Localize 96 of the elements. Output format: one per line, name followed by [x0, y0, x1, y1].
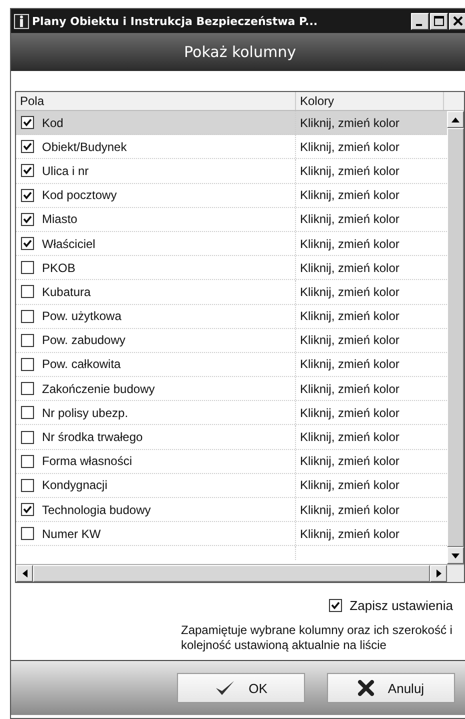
checkbox[interactable] [21, 358, 34, 371]
list-row[interactable]: PKOB Kliknij, zmień kolor [16, 256, 447, 280]
maximize-button[interactable] [430, 12, 448, 30]
list-row[interactable]: Nr środka trwałego Kliknij, zmień kolor [16, 425, 447, 450]
color-cell[interactable]: Kliknij, zmień kolor [300, 454, 400, 468]
field-name: Pow. całkowita [42, 357, 121, 372]
checkbox[interactable] [21, 430, 34, 444]
color-cell[interactable]: Kliknij, zmień kolor [300, 502, 400, 517]
ok-button[interactable]: OK [177, 673, 305, 703]
minimize-icon [416, 24, 422, 26]
app-icon [14, 14, 29, 28]
checkbox[interactable] [21, 454, 34, 468]
field-name: Właściciel [42, 236, 96, 251]
list-row[interactable]: Kod Kliknij, zmień kolor [16, 111, 447, 136]
field-name: Nr środka trwałego [42, 430, 143, 444]
field-name: Kod pocztowy [42, 188, 117, 202]
field-name: Zakończenie budowy [42, 382, 155, 396]
list-row[interactable]: Pow. zabudowy Kliknij, zmień kolor [16, 328, 447, 353]
close-button[interactable] [449, 12, 465, 30]
field-name: Ulica i nr [42, 164, 89, 178]
checkbox[interactable] [21, 406, 34, 420]
checkbox[interactable] [21, 503, 34, 516]
color-cell[interactable]: Kliknij, zmień kolor [300, 526, 400, 541]
check-icon [214, 680, 235, 696]
list-row[interactable]: Właściciel Kliknij, zmień kolor [16, 232, 447, 256]
list-row[interactable]: Kubatura Kliknij, zmień kolor [16, 280, 447, 304]
field-name: Kod [42, 116, 64, 130]
checkbox[interactable] [21, 285, 34, 298]
field-name: Forma własności [42, 454, 132, 468]
column-header[interactable]: Kolory [296, 92, 444, 110]
list-row[interactable]: Pow. całkowita Kliknij, zmień kolor [16, 352, 447, 378]
color-cell[interactable]: Kliknij, zmień kolor [300, 188, 400, 202]
checkbox[interactable] [21, 116, 34, 130]
list-row[interactable]: Ulica i nr Kliknij, zmień kolor [16, 159, 447, 184]
field-name: Kubatura [42, 284, 91, 299]
checkbox[interactable] [21, 164, 34, 178]
down-arrow-icon [451, 552, 460, 558]
field-name: Kondygnacji [42, 478, 108, 492]
close-icon [453, 16, 463, 26]
list-row[interactable]: Kod pocztowy Kliknij, zmień kolor [16, 184, 447, 208]
color-cell[interactable]: Kliknij, zmień kolor [300, 116, 400, 130]
window-title: Plany Obiektu i Instrukcja Bezpieczeństwa P... [32, 14, 319, 28]
save-settings-checkbox[interactable] [328, 599, 342, 612]
field-name: Pow. użytkowa [42, 309, 122, 324]
checkbox[interactable] [21, 188, 34, 202]
save-settings-label: Zapisz ustawienia [350, 598, 453, 613]
right-arrow-icon [436, 569, 442, 578]
list-row[interactable]: Forma własności Kliknij, zmień kolor [16, 450, 447, 474]
color-cell[interactable]: Kliknij, zmień kolor [300, 164, 400, 178]
dialog-title: Pokaż kolumny [184, 43, 296, 61]
field-name: Technologia budowy [42, 502, 151, 517]
field-name: Obiekt/Budynek [42, 140, 127, 154]
color-cell[interactable]: Kliknij, zmień kolor [300, 382, 400, 396]
color-cell[interactable]: Kliknij, zmień kolor [300, 212, 400, 226]
color-cell[interactable]: Kliknij, zmień kolor [300, 309, 400, 324]
list-row[interactable]: Pow. użytkowa Kliknij, zmień kolor [16, 304, 447, 329]
checkbox[interactable] [21, 310, 34, 323]
color-cell[interactable]: Kliknij, zmień kolor [300, 236, 400, 251]
color-cell[interactable]: Kliknij, zmień kolor [300, 260, 400, 275]
checkbox[interactable] [21, 212, 34, 226]
field-name: Numer KW [42, 526, 101, 541]
description-text: Zapamiętuje wybrane kolumny oraz ich szerokość i kolejność ustawioną aktualnie na liście [181, 623, 454, 653]
list-row[interactable]: Numer KW Kliknij, zmień kolor [16, 522, 447, 546]
color-cell[interactable]: Kliknij, zmień kolor [300, 478, 400, 492]
maximize-icon [434, 16, 444, 26]
checkbox[interactable] [21, 527, 34, 540]
color-cell[interactable]: Kliknij, zmień kolor [300, 140, 400, 154]
field-name: Miasto [42, 212, 78, 226]
list-row[interactable]: Kondygnacji Kliknij, zmień kolor [16, 474, 447, 498]
cancel-button[interactable]: Anuluj [327, 673, 455, 703]
color-cell[interactable]: Kliknij, zmień kolor [300, 357, 400, 372]
checkbox[interactable] [21, 261, 34, 274]
field-name: Nr polisy ubezp. [42, 406, 128, 420]
checkbox[interactable] [21, 478, 34, 492]
color-cell[interactable]: Kliknij, zmień kolor [300, 430, 400, 444]
list-row[interactable]: Nr polisy ubezp. Kliknij, zmień kolor [16, 401, 447, 426]
list-row[interactable]: Zakończenie budowy Kliknij, zmień kolor [16, 377, 447, 402]
color-cell[interactable]: Kliknij, zmień kolor [300, 406, 400, 420]
list-row[interactable]: Miasto Kliknij, zmień kolor [16, 208, 447, 232]
cross-icon [358, 680, 374, 696]
checkbox[interactable] [21, 334, 34, 347]
checkbox[interactable] [21, 382, 34, 396]
up-arrow-icon [451, 116, 460, 122]
horizontal-scrollbar[interactable] [16, 564, 464, 582]
checkbox[interactable] [21, 237, 34, 250]
list-row[interactable]: Obiekt/Budynek Kliknij, zmień kolor [16, 135, 447, 160]
color-cell[interactable]: Kliknij, zmień kolor [300, 333, 400, 348]
list-row[interactable]: Technologia budowy Kliknij, zmień kolor [16, 498, 447, 522]
vertical-scrollbar[interactable] [447, 111, 464, 564]
left-arrow-icon [22, 569, 28, 578]
minimize-button[interactable] [411, 12, 429, 30]
column-header[interactable]: Pola [16, 92, 296, 110]
checkbox[interactable] [21, 140, 34, 154]
field-name: PKOB [42, 260, 76, 275]
field-name: Pow. zabudowy [42, 333, 126, 348]
color-cell[interactable]: Kliknij, zmień kolor [300, 284, 400, 299]
